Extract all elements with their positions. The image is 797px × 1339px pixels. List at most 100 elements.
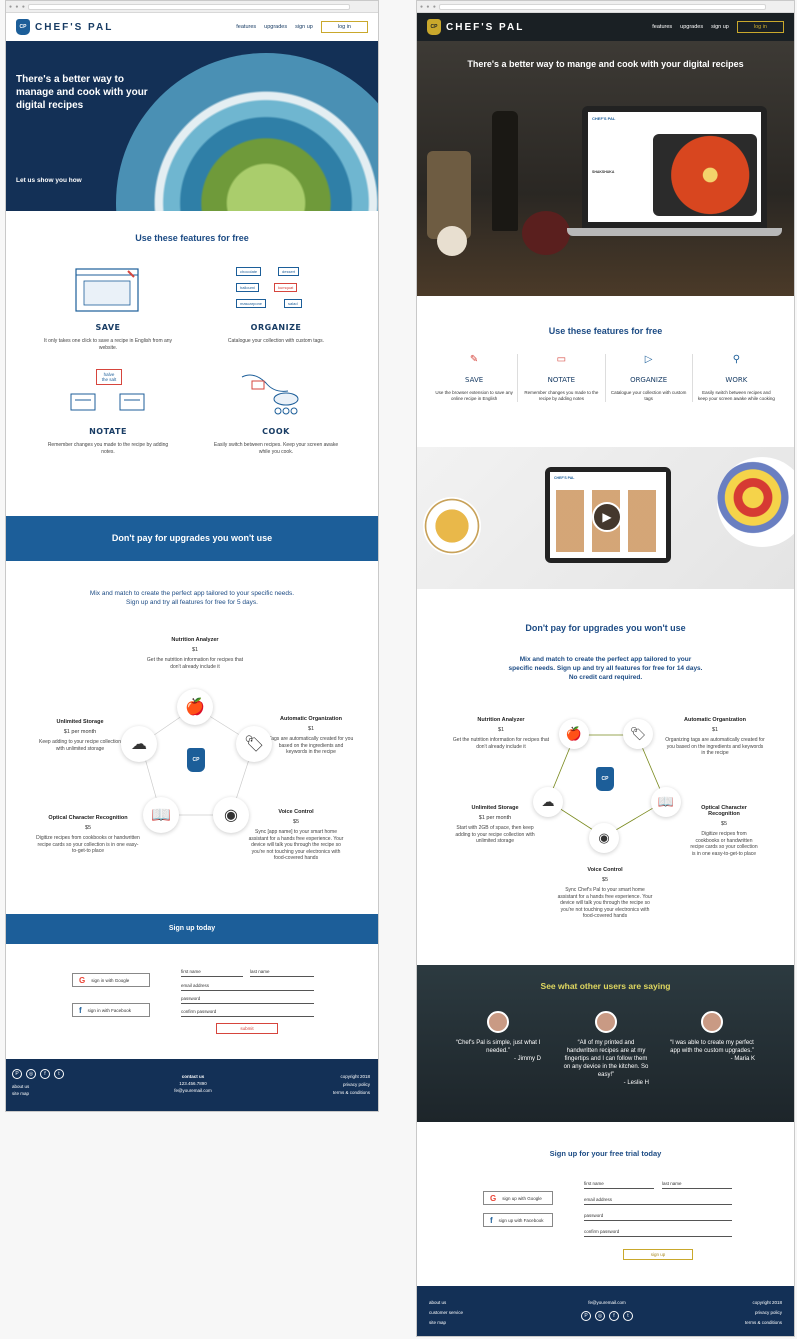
social-links: P ◎ f t bbox=[12, 1069, 64, 1079]
email-field[interactable]: email address bbox=[181, 983, 314, 991]
footer-about[interactable]: about us bbox=[12, 1083, 29, 1090]
upgrade-nutrition: Nutrition Analyzer $1 Get the nutrition … bbox=[451, 717, 551, 750]
facebook-signup-button[interactable]: f sign up with Facebook bbox=[483, 1213, 553, 1227]
nav-upgrades[interactable]: upgrades bbox=[264, 24, 287, 30]
email-field[interactable]: email address bbox=[584, 1197, 732, 1205]
upgrade-desc: Digitize recipes from cookbooks or handw… bbox=[36, 835, 140, 854]
apple-icon[interactable]: 🍎 bbox=[177, 689, 213, 725]
book-icon[interactable]: 📖 bbox=[651, 787, 681, 817]
footer-privacy[interactable]: privacy policy bbox=[745, 1308, 782, 1318]
upgrade-nutrition: Nutrition Analyzer $1 Get the nutrition … bbox=[143, 637, 247, 670]
mockup-b: ● ● ● CP CHEF'S PAL features upgrades si… bbox=[416, 0, 795, 1337]
twitter-icon[interactable]: t bbox=[54, 1069, 64, 1079]
footer-email[interactable]: fe@youremail.com bbox=[146, 1087, 240, 1094]
nav-signup[interactable]: sign up bbox=[711, 24, 729, 30]
first-name-field[interactable]: first name bbox=[181, 969, 243, 977]
confirm-password-field[interactable]: confirm password bbox=[181, 1009, 314, 1017]
footer-contact[interactable]: contact us bbox=[146, 1073, 240, 1080]
bottle-image bbox=[492, 111, 518, 231]
google-icon: G bbox=[79, 975, 86, 985]
signup-band: Sign up today bbox=[6, 914, 378, 944]
tag-icon[interactable]: 🏷 bbox=[623, 719, 653, 749]
submit-button[interactable]: submit bbox=[216, 1023, 278, 1034]
address-bar[interactable] bbox=[28, 4, 350, 10]
last-name-field[interactable]: last name bbox=[662, 1181, 732, 1189]
address-bar[interactable] bbox=[439, 4, 766, 10]
upgrade-price: $1 per month bbox=[63, 729, 97, 735]
upgrade-price: $5 bbox=[84, 825, 92, 831]
feature-name: COOK bbox=[262, 427, 290, 436]
tablet-screen: CHEF'S PAL ▶ bbox=[550, 472, 666, 558]
password-field[interactable]: password bbox=[181, 996, 314, 1004]
footer-privacy[interactable]: privacy policy bbox=[333, 1081, 370, 1089]
footer-terms[interactable]: terms & conditions bbox=[745, 1318, 782, 1328]
nav-features[interactable]: features bbox=[652, 24, 672, 30]
top-nav: CP CHEF'S PAL features upgrades sign up … bbox=[6, 13, 378, 41]
feature-name: SAVE bbox=[465, 376, 484, 384]
twitter-icon[interactable]: t bbox=[623, 1311, 633, 1321]
feature-name: WORK bbox=[725, 376, 748, 384]
google-signup-button[interactable]: Gsign up with Google bbox=[483, 1191, 553, 1205]
review-quote: “I was able to create my perfect app wit… bbox=[670, 1040, 754, 1054]
facebook-signin-button[interactable]: f sign in with Facebook bbox=[72, 1003, 150, 1017]
nav-features[interactable]: features bbox=[236, 24, 256, 30]
avatar bbox=[701, 1011, 723, 1033]
feature-desc: Catalogue your collection with custom ta… bbox=[610, 390, 687, 401]
feature-name: ORGANIZE bbox=[250, 323, 302, 332]
tag-chip: dessert bbox=[278, 267, 300, 276]
footer-sitemap[interactable]: site map bbox=[429, 1318, 463, 1328]
footer-sitemap[interactable]: site map bbox=[12, 1090, 29, 1097]
brand[interactable]: CP CHEF'S PAL bbox=[16, 19, 113, 35]
first-name-field[interactable]: first name bbox=[584, 1181, 654, 1189]
instagram-icon[interactable]: ◎ bbox=[26, 1069, 36, 1079]
features-grid: SAVE It only takes one click to save a r… bbox=[6, 265, 378, 455]
confirm-password-field[interactable]: confirm password bbox=[584, 1229, 732, 1237]
footer-copyright: copyright 2018 bbox=[752, 1300, 782, 1305]
play-video-icon[interactable]: ▶ bbox=[592, 502, 622, 532]
apron-logo-icon: CP bbox=[187, 748, 205, 772]
pinterest-icon[interactable]: P bbox=[12, 1069, 22, 1079]
footer-email[interactable]: fe@youremail.com bbox=[557, 1300, 657, 1305]
nav-upgrades[interactable]: upgrades bbox=[680, 24, 703, 30]
login-button[interactable]: log in bbox=[320, 21, 368, 33]
pinterest-icon[interactable]: P bbox=[581, 1311, 591, 1321]
upgrade-name: Unlimited Storage bbox=[471, 805, 519, 811]
cloud-icon[interactable]: ☁ bbox=[121, 726, 157, 762]
upgrade-name: Optical Character Recognition bbox=[701, 805, 747, 817]
tag-icon: ▷ bbox=[644, 354, 653, 365]
footer-about[interactable]: about us bbox=[429, 1298, 463, 1308]
hero: There's a better way to manage and cook … bbox=[6, 41, 378, 211]
signup-submit-button[interactable]: sign up bbox=[623, 1249, 693, 1260]
smart-speaker-icon[interactable]: ◉ bbox=[589, 823, 619, 853]
tag-icon[interactable]: 🏷 bbox=[236, 726, 272, 762]
tag-chip: halloumi bbox=[236, 283, 259, 292]
feature-desc: Easily switch between recipes and keep y… bbox=[697, 390, 775, 401]
feature-cook: COOK Easily switch between recipes. Keep… bbox=[202, 369, 350, 455]
nav-signup[interactable]: sign up bbox=[295, 24, 313, 30]
cooking-illustration-icon bbox=[238, 369, 314, 419]
footer-terms[interactable]: terms & conditions bbox=[333, 1089, 370, 1097]
footer-service[interactable]: customer service bbox=[429, 1308, 463, 1318]
book-icon[interactable]: 📖 bbox=[143, 797, 179, 833]
review-quote: “All of my printed and handwritten recip… bbox=[563, 1040, 649, 1078]
feature-desc: Use the browser extension to save any on… bbox=[435, 390, 513, 401]
password-field[interactable]: password bbox=[584, 1213, 732, 1221]
hero-cta-link[interactable]: Let us show you how bbox=[16, 177, 82, 184]
apple-icon[interactable]: 🍎 bbox=[559, 719, 589, 749]
footer-phone: 123.456.7890 bbox=[179, 1081, 207, 1086]
brand[interactable]: CP CHEF'S PAL bbox=[427, 19, 524, 35]
last-name-field[interactable]: last name bbox=[250, 969, 314, 977]
facebook-icon[interactable]: f bbox=[40, 1069, 50, 1079]
instagram-icon[interactable]: ◎ bbox=[595, 1311, 605, 1321]
upgrade-price: $1 bbox=[307, 726, 315, 732]
cloud-icon[interactable]: ☁ bbox=[533, 787, 563, 817]
tag-chip: kumquat bbox=[274, 283, 298, 292]
brand-name: CHEF'S PAL bbox=[446, 21, 525, 33]
review-card: “All of my printed and handwritten recip… bbox=[563, 1011, 649, 1087]
login-button[interactable]: log in bbox=[736, 21, 784, 33]
facebook-icon[interactable]: f bbox=[609, 1311, 619, 1321]
google-signin-button[interactable]: Gsign in with Google bbox=[72, 973, 150, 987]
whisk-icon: ⚲ bbox=[732, 354, 741, 365]
screen-recipe-title: SHAKSHUKA bbox=[592, 170, 615, 174]
smart-speaker-icon[interactable]: ◉ bbox=[213, 797, 249, 833]
